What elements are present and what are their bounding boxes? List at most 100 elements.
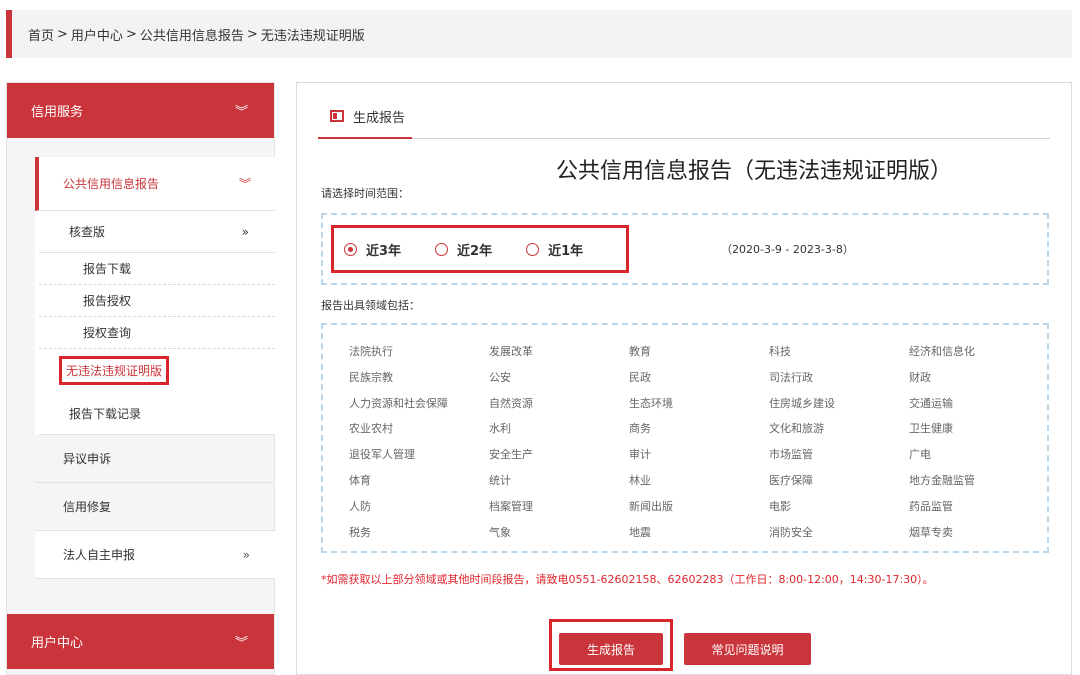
- domain-item: 卫生健康: [909, 422, 953, 436]
- domain-label: 报告出具领域包括：: [321, 299, 420, 312]
- breadcrumb-separator: >: [125, 26, 137, 42]
- sidebar-menu: 公共信用信息报告 ︾ 核查版 » 报告下载 报告授权 授权查询 无违法违规证明版…: [35, 157, 275, 579]
- sidebar: 信用服务 ︾ 公共信用信息报告 ︾ 核查版 » 报告下载 报告授权 授权查询 无…: [6, 82, 275, 675]
- domain-item: 新闻出版: [629, 499, 673, 513]
- breadcrumb-separator: >: [246, 26, 258, 42]
- radio-label: 近3年: [366, 243, 402, 259]
- domain-item: 烟草专卖: [909, 525, 953, 539]
- sidebar-submenu: 核查版 » 报告下载 报告授权 授权查询 无违法违规证明版 报告下载记录: [35, 211, 275, 435]
- radio-label: 近2年: [457, 243, 493, 259]
- domain-item: 教育: [629, 345, 651, 358]
- domain-item: 商务: [629, 422, 651, 436]
- domain-item: 广电: [909, 448, 931, 462]
- radio-1-year[interactable]: 近1年: [526, 240, 583, 259]
- sidebar-item-label: 法人自主申报: [63, 548, 136, 562]
- sidebar-item-check-version[interactable]: 核查版 »: [39, 211, 275, 253]
- domain-item: 审计: [629, 448, 651, 462]
- radio-unchecked-icon: [435, 242, 449, 256]
- sidebar-item-objection[interactable]: 异议申诉: [35, 435, 275, 483]
- sidebar-item-repair[interactable]: 信用修复: [35, 483, 275, 531]
- domain-item: 财政: [909, 370, 931, 384]
- page-title: 公共信用信息报告（无违法违规证明版）: [555, 159, 952, 184]
- domain-item: 地震: [629, 525, 651, 539]
- sidebar-item-label: 报告授权: [83, 294, 132, 308]
- sidebar-header-label: 信用服务: [31, 105, 84, 120]
- time-range-radio-group: 近3年 近2年 近1年: [331, 225, 629, 273]
- sidebar-item-label: 公共信用信息报告: [63, 177, 160, 191]
- sidebar-item-label: 核查版: [69, 225, 106, 239]
- domain-item: 市场监管: [769, 448, 813, 462]
- sidebar-header-credit-service[interactable]: 信用服务 ︾: [7, 83, 274, 138]
- domain-item: 文化和旅游: [769, 422, 824, 436]
- sidebar-item-download-record[interactable]: 报告下载记录: [39, 392, 275, 435]
- domain-item: 安全生产: [489, 448, 533, 462]
- time-range-box: 近3年 近2年 近1年 （2020-3-9 - 2023-3-8）: [321, 213, 1049, 285]
- domain-item: 司法行政: [769, 370, 813, 384]
- breadcrumb-public-report[interactable]: 公共信用信息报告: [140, 25, 244, 44]
- radio-checked-icon: [344, 242, 357, 256]
- sidebar-item-report-authorize[interactable]: 报告授权: [39, 285, 275, 317]
- sidebar-item-label: 报告下载: [83, 262, 132, 276]
- date-range-text: （2020-3-9 - 2023-3-8）: [721, 243, 854, 256]
- domain-item: 农业农村: [349, 422, 393, 436]
- tab-bar: 生成报告: [318, 95, 1050, 139]
- domain-item: 经济和信息化: [909, 345, 975, 358]
- breadcrumb: 首页 > 用户中心 > 公共信用信息报告 > 无违法违规证明版: [6, 10, 1072, 58]
- sidebar-item-auth-query[interactable]: 授权查询: [39, 317, 275, 349]
- domain-grid: 法院执行 发展改革 教育 科技 经济和信息化 民族宗教 公安 民政 司法行政 财政 人力资源和社会保…: [349, 343, 1049, 549]
- sidebar-header-user-center[interactable]: 用户中心 ︾: [7, 614, 274, 669]
- domain-item: 档案管理: [489, 499, 533, 513]
- domain-item: 住房城乡建设: [769, 396, 835, 410]
- domain-item: 体育: [349, 473, 371, 487]
- sidebar-item-no-violation[interactable]: 无违法违规证明版: [39, 349, 275, 392]
- domain-item: 消防安全: [769, 525, 813, 539]
- domain-item: 人防: [349, 499, 371, 513]
- faq-button[interactable]: 常见问题说明: [684, 633, 811, 665]
- domain-item: 人力资源和社会保障: [349, 396, 448, 410]
- chevron-double-down-icon: ︾: [234, 105, 248, 120]
- sidebar-header-label: 用户中心: [31, 636, 84, 651]
- radio-2-years[interactable]: 近2年: [435, 240, 492, 259]
- domain-item: 统计: [489, 473, 511, 487]
- main-panel: 生成报告 公共信用信息报告（无违法违规证明版） 请选择时间范围： 近3年 近2年…: [296, 82, 1072, 675]
- domain-item: 林业: [629, 473, 651, 487]
- generate-report-button[interactable]: 生成报告: [559, 633, 663, 665]
- domain-item: 公安: [489, 370, 511, 384]
- domain-item: 医疗保障: [769, 473, 813, 487]
- domain-item: 发展改革: [489, 345, 533, 358]
- breadcrumb-home[interactable]: 首页: [28, 25, 54, 44]
- domain-item: 科技: [769, 345, 791, 358]
- breadcrumb-current: 无违法违规证明版: [260, 28, 365, 44]
- sidebar-item-label: 无违法违规证明版: [59, 356, 170, 385]
- domain-item: 民族宗教: [349, 370, 393, 384]
- sidebar-item-label: 授权查询: [83, 326, 132, 340]
- sidebar-item-report-download[interactable]: 报告下载: [39, 253, 275, 285]
- domain-item: 税务: [349, 525, 371, 539]
- breadcrumb-separator: >: [57, 26, 68, 42]
- sidebar-item-label: 异议申诉: [63, 452, 112, 466]
- chevron-double-right-icon: »: [242, 547, 250, 562]
- domain-item: 气象: [489, 525, 511, 539]
- contact-note: *如需获取以上部分领域或其他时间段报告，请致电0551-62602158、626…: [321, 573, 934, 586]
- report-icon: [330, 110, 344, 122]
- domain-item: 交通运输: [909, 396, 953, 410]
- domain-item: 自然资源: [489, 396, 533, 410]
- tab-label: 生成报告: [353, 110, 406, 126]
- breadcrumb-user-center[interactable]: 用户中心: [71, 25, 123, 44]
- sidebar-item-label: 报告下载记录: [69, 406, 142, 421]
- domain-list-box: 法院执行 发展改革 教育 科技 经济和信息化 民族宗教 公安 民政 司法行政 财政 人力资源和社会保…: [321, 323, 1049, 553]
- time-range-label: 请选择时间范围：: [321, 187, 409, 200]
- chevron-double-right-icon: »: [241, 224, 249, 239]
- sidebar-item-self-report[interactable]: 法人自主申报 »: [35, 531, 275, 579]
- sidebar-item-label: 信用修复: [63, 500, 112, 514]
- radio-3-years[interactable]: 近3年: [344, 240, 401, 259]
- domain-item: 民政: [629, 370, 651, 384]
- domain-item: 生态环境: [629, 396, 673, 410]
- radio-unchecked-icon: [526, 242, 540, 256]
- sidebar-item-public-report[interactable]: 公共信用信息报告 ︾: [35, 157, 275, 211]
- tab-generate-report[interactable]: 生成报告: [318, 95, 412, 139]
- chevron-double-down-icon: ︾: [234, 636, 248, 651]
- radio-label: 近1年: [548, 243, 584, 259]
- chevron-double-down-icon: ︾: [238, 177, 251, 191]
- domain-item: 退役军人管理: [349, 448, 415, 462]
